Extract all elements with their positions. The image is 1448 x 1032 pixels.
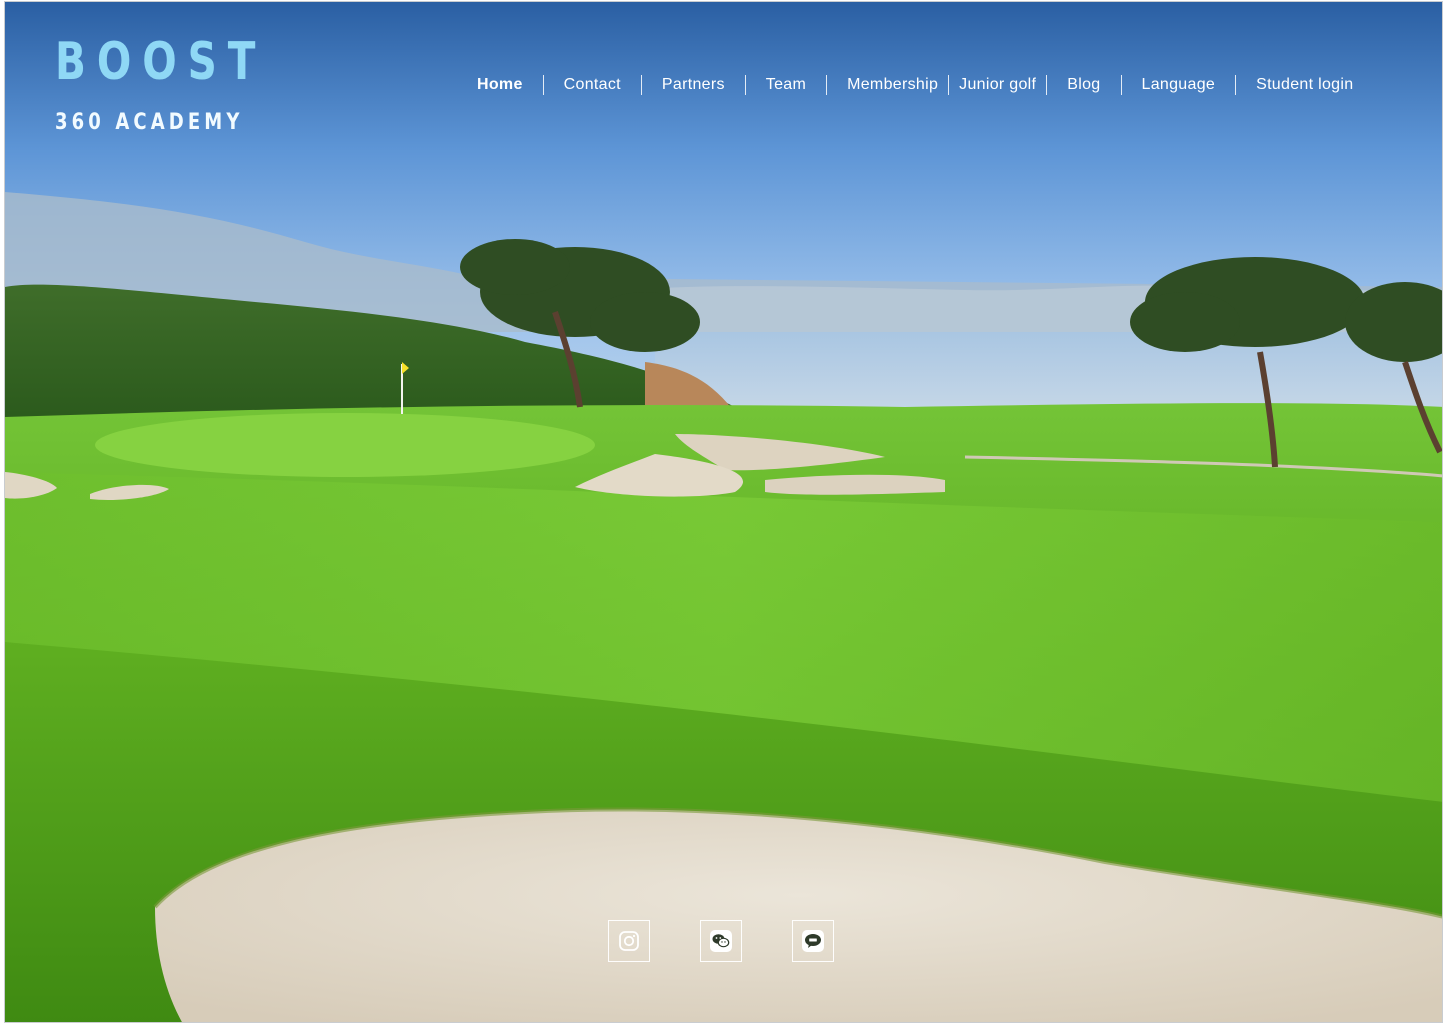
nav-blog[interactable]: Blog (1047, 74, 1120, 96)
nav-student-login[interactable]: Student login (1236, 74, 1373, 96)
kakaotalk-button[interactable] (792, 920, 834, 962)
golf-course-background (5, 2, 1442, 1022)
kakaotalk-icon (802, 930, 824, 952)
logo-title: BOOST (55, 32, 267, 92)
social-links (608, 920, 834, 962)
nav-contact[interactable]: Contact (544, 74, 641, 96)
instagram-icon (619, 931, 639, 951)
main-navigation: Home Contact Partners Team Membership Ju… (457, 74, 1373, 96)
wechat-icon (710, 930, 732, 952)
nav-team[interactable]: Team (746, 74, 826, 96)
instagram-button[interactable] (608, 920, 650, 962)
nav-junior-golf[interactable]: Junior golf (949, 74, 1046, 96)
nav-language[interactable]: Language (1122, 74, 1236, 96)
hero-frame: BOOST 360 ACADEMY Home Contact Partners … (4, 1, 1443, 1023)
wechat-button[interactable] (700, 920, 742, 962)
site-logo[interactable]: BOOST 360 ACADEMY (55, 32, 326, 135)
logo-subtitle: 360 ACADEMY (55, 110, 244, 135)
nav-membership[interactable]: Membership (827, 74, 948, 96)
nav-home[interactable]: Home (457, 74, 543, 96)
nav-partners[interactable]: Partners (642, 74, 745, 96)
